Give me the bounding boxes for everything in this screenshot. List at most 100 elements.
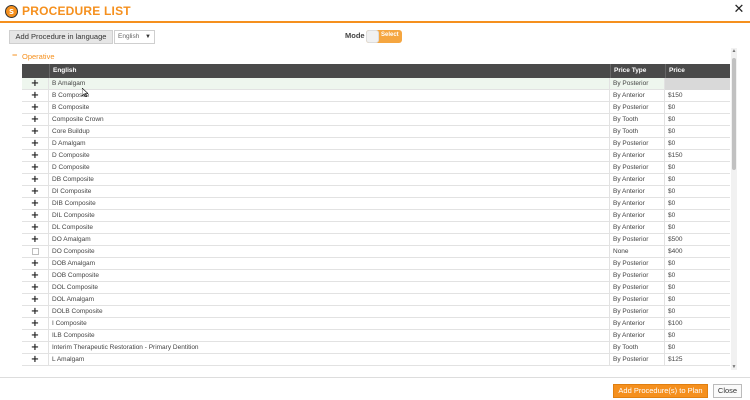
section-label[interactable]: Operative (22, 52, 55, 61)
price-type: By Posterior (610, 282, 665, 294)
add-procedure-language-button[interactable]: Add Procedure in language (9, 30, 113, 44)
table-row[interactable]: + DOL Composite By Posterior $0 (22, 282, 730, 294)
add-row-button[interactable]: + (22, 114, 49, 126)
add-row-button[interactable]: + (22, 198, 49, 210)
procedure-name: D Amalgam (49, 138, 610, 150)
plus-icon[interactable]: + (31, 138, 39, 149)
plus-icon[interactable]: + (31, 150, 39, 161)
add-row-button[interactable]: + (22, 210, 49, 222)
plus-icon[interactable]: + (31, 114, 39, 125)
add-row-button[interactable]: + (22, 174, 49, 186)
table-row[interactable]: + DO Amalgam By Posterior $500 (22, 234, 730, 246)
price-type: By Anterior (610, 90, 665, 102)
table-row[interactable]: + D Amalgam By Posterior $0 (22, 138, 730, 150)
table-row[interactable]: + DIB Composite By Anterior $0 (22, 198, 730, 210)
plus-icon[interactable]: + (31, 306, 39, 317)
price-type: By Posterior (610, 294, 665, 306)
plus-icon[interactable]: + (31, 210, 39, 221)
procedure-name: DIB Composite (49, 198, 610, 210)
plus-icon[interactable]: + (31, 342, 39, 353)
add-row-button[interactable]: + (22, 318, 49, 330)
mode-toggle[interactable]: Select (366, 30, 402, 43)
plus-icon[interactable]: + (31, 318, 39, 329)
price-type: By Posterior (610, 78, 665, 90)
table-row[interactable]: DO Composite None $400 (22, 246, 730, 258)
column-header-price-type[interactable]: Price Type (610, 64, 665, 78)
table-row[interactable]: + DB Composite By Anterior $0 (22, 174, 730, 186)
price: $150 (668, 152, 683, 159)
add-row-button[interactable]: + (22, 342, 49, 354)
plus-icon[interactable]: + (31, 294, 39, 305)
add-procedures-to-plan-button[interactable]: Add Procedure(s) to Plan (613, 384, 708, 398)
add-row-button[interactable]: + (22, 234, 49, 246)
add-row-button[interactable]: + (22, 90, 49, 102)
plus-icon[interactable]: + (31, 102, 39, 113)
language-select[interactable]: English ▼ (114, 30, 155, 44)
plus-icon[interactable]: + (31, 354, 39, 365)
price-type: By Posterior (610, 162, 665, 174)
table-row[interactable]: + B Amalgam By Posterior (22, 78, 730, 90)
plus-icon[interactable]: + (31, 78, 39, 89)
plus-icon[interactable]: + (31, 186, 39, 197)
plus-icon[interactable]: + (31, 222, 39, 233)
caret-down-icon: ▼ (145, 34, 151, 40)
add-row-button[interactable]: + (22, 162, 49, 174)
scroll-down-icon[interactable]: ▼ (731, 364, 737, 370)
add-row-button[interactable]: + (22, 102, 49, 114)
column-header-price[interactable]: Price (665, 64, 730, 78)
plus-icon[interactable]: + (31, 174, 39, 185)
price: $400 (668, 248, 683, 255)
add-row-button[interactable]: + (22, 282, 49, 294)
table-row[interactable]: + Composite Crown By Tooth $0 (22, 114, 730, 126)
add-row-button[interactable]: + (22, 138, 49, 150)
table-row[interactable]: + D Composite By Posterior $0 (22, 162, 730, 174)
add-row-button[interactable]: + (22, 330, 49, 342)
add-row-button[interactable]: + (22, 222, 49, 234)
table-row[interactable]: + B Composite By Posterior $0 (22, 102, 730, 114)
add-row-button[interactable]: + (22, 306, 49, 318)
table-row[interactable]: + L Amalgam By Posterior $125 (22, 354, 730, 366)
table-row[interactable]: + Interim Therapeutic Restoration - Prima… (22, 342, 730, 354)
add-row-button[interactable]: + (22, 294, 49, 306)
plus-icon[interactable]: + (31, 258, 39, 269)
close-icon[interactable]: ✕ (732, 3, 746, 17)
add-row-button[interactable]: + (22, 354, 49, 366)
table-row[interactable]: + I Composite By Anterior $100 (22, 318, 730, 330)
table-row[interactable]: + DI Composite By Anterior $0 (22, 186, 730, 198)
plus-icon[interactable]: + (31, 126, 39, 137)
plus-icon[interactable]: + (31, 282, 39, 293)
table-row[interactable]: + ILB Composite By Anterior $0 (22, 330, 730, 342)
scrollbar[interactable]: ▲ ▼ (731, 48, 737, 370)
table-row[interactable]: + DOB Amalgam By Posterior $0 (22, 258, 730, 270)
column-header-english[interactable]: English (49, 64, 610, 78)
table-row[interactable]: + D Composite By Anterior $150 (22, 150, 730, 162)
add-row-button[interactable]: + (22, 270, 49, 282)
table-row[interactable]: + DL Composite By Anterior $0 (22, 222, 730, 234)
procedure-name: D Composite (49, 150, 610, 162)
collapse-icon[interactable]: − (12, 50, 17, 60)
table-row[interactable]: + DOL Amalgam By Posterior $0 (22, 294, 730, 306)
add-row-button[interactable]: + (22, 150, 49, 162)
plus-icon[interactable]: + (31, 270, 39, 281)
plus-icon[interactable]: + (31, 234, 39, 245)
plus-icon[interactable]: + (31, 198, 39, 209)
add-row-button[interactable]: + (22, 78, 49, 90)
add-row-button[interactable]: + (22, 186, 49, 198)
checkbox-icon[interactable] (31, 248, 39, 255)
scroll-thumb[interactable] (732, 58, 736, 170)
add-row-button[interactable]: + (22, 126, 49, 138)
table-row[interactable]: + Core Buildup By Tooth $0 (22, 126, 730, 138)
plus-icon[interactable]: + (31, 330, 39, 341)
row-checkbox[interactable] (22, 246, 49, 258)
table-row[interactable]: + DOLB Composite By Posterior $0 (22, 306, 730, 318)
table-row[interactable]: + DIL Composite By Anterior $0 (22, 210, 730, 222)
close-button[interactable]: Close (713, 384, 742, 398)
plus-icon[interactable]: + (31, 162, 39, 173)
table-row[interactable]: + DOB Composite By Posterior $0 (22, 270, 730, 282)
scroll-up-icon[interactable]: ▲ (731, 48, 737, 54)
table-row[interactable]: + B Composite By Anterior $150 (22, 90, 730, 102)
page-title: PROCEDURE LIST (22, 4, 131, 18)
plus-icon[interactable]: + (31, 90, 39, 101)
price-type: By Anterior (610, 174, 665, 186)
add-row-button[interactable]: + (22, 258, 49, 270)
